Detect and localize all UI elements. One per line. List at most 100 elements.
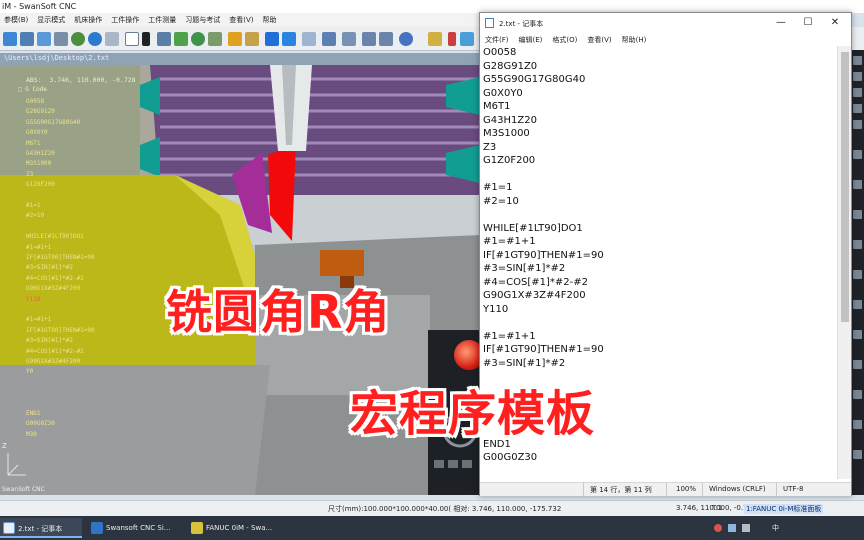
coolant-icon[interactable]	[460, 32, 474, 46]
side-view-icon[interactable]	[174, 32, 188, 46]
top-view-icon[interactable]	[191, 32, 205, 46]
notepad-menu-file[interactable]: 文件(F)	[485, 35, 509, 46]
notepad-line: G00G0Z30	[483, 452, 538, 463]
panel-button[interactable]	[853, 420, 862, 429]
panel-button[interactable]	[853, 240, 862, 249]
taskbar-item-fanuc[interactable]: FANUC 0iM - Swa...	[188, 518, 284, 538]
notepad-app-icon	[3, 522, 15, 534]
panel-button[interactable]	[853, 210, 862, 219]
tool-icon[interactable]	[228, 32, 242, 46]
notepad-line: G1Z0F200	[483, 155, 536, 166]
gcode-line: #4=COS[#1]*#2-#2	[26, 347, 84, 355]
gcode-line: WHILE[#1LT90]DO1	[26, 233, 84, 241]
notepad-menu-edit[interactable]: 编辑(E)	[519, 35, 543, 46]
notepad-line: G28G91Z0	[483, 60, 538, 72]
axis-z-label: Z	[2, 442, 7, 450]
cnc-menu-item[interactable]: 帮助	[263, 15, 277, 27]
panel-button[interactable]	[853, 104, 862, 113]
select-icon[interactable]	[125, 32, 139, 46]
tray-record-icon[interactable]	[714, 524, 722, 532]
gcode-line: #1=#1+1	[26, 243, 52, 251]
gcode-line: G55G90G17G80G40	[26, 118, 81, 126]
cnc-menu-item[interactable]: 机床操作	[74, 15, 102, 27]
minimize-button[interactable]: —	[769, 16, 793, 30]
coolant-nozzle	[320, 250, 364, 276]
status-divider	[702, 483, 703, 497]
panel-button[interactable]	[853, 450, 862, 459]
notepad-line: #1=#1+1	[483, 330, 536, 342]
close-button[interactable]: ✕	[823, 16, 847, 30]
status-encoding: UTF-8	[783, 485, 804, 493]
notepad-line: #1=1	[483, 182, 513, 193]
maximize-button[interactable]: ☐	[796, 16, 820, 30]
panel-button[interactable]	[853, 88, 862, 97]
panel-button[interactable]	[853, 360, 862, 369]
iso-view-icon[interactable]	[208, 32, 222, 46]
notepad-line: M3S1000	[483, 128, 530, 139]
taskbar-item-notepad[interactable]: 2.txt - 记事本	[0, 518, 82, 538]
gcode-line: O0058	[26, 98, 45, 105]
dropdown-icon[interactable]	[448, 32, 456, 46]
rotate-icon[interactable]	[71, 32, 85, 46]
swansoft-app-icon	[91, 522, 103, 534]
panel-button[interactable]	[853, 300, 862, 309]
dimension-icon[interactable]	[342, 32, 356, 46]
notepad-icon	[485, 18, 494, 28]
tray-language[interactable]: 中	[772, 523, 779, 533]
notepad-menu-view[interactable]: 查看(V)	[587, 35, 611, 46]
notepad-menu-help[interactable]: 帮助(H)	[622, 35, 647, 46]
globe-icon[interactable]	[88, 32, 102, 46]
notepad-line: #1=#1+1	[483, 236, 536, 247]
ruler-icon[interactable]	[322, 32, 336, 46]
gcode-title-text: G Code	[25, 86, 47, 93]
cnc-menu-item[interactable]: 参模(B)	[4, 15, 28, 27]
panel-button[interactable]	[853, 150, 862, 159]
fit-icon[interactable]	[54, 32, 68, 46]
status-machine[interactable]: 1:FANUC 0i-M标准面板	[744, 504, 824, 514]
scrollbar-thumb[interactable]	[841, 52, 849, 322]
file-path-bar: \Users\lsdj\Desktop\2.txt	[0, 53, 480, 65]
gcode-line: #2=10	[26, 212, 45, 220]
gcode-line: G43H1Z20	[26, 150, 55, 157]
panel-button[interactable]	[853, 330, 862, 339]
magnet-icon[interactable]	[399, 32, 413, 46]
cnc-menu-item[interactable]: 查看(V)	[229, 15, 253, 27]
dropdown-icon[interactable]	[142, 32, 150, 46]
view-icon[interactable]	[105, 32, 119, 46]
panel-button[interactable]	[853, 270, 862, 279]
panel-button[interactable]	[853, 72, 862, 81]
panel-button[interactable]	[853, 120, 862, 129]
offset-icon[interactable]	[379, 32, 393, 46]
panel-button[interactable]	[853, 56, 862, 65]
panel-key[interactable]	[434, 460, 444, 468]
panel-key[interactable]	[462, 460, 472, 468]
notepad-line: WHILE[#1LT90]DO1	[483, 222, 583, 234]
gcode-line: #4=COS[#1]*#2-#2	[26, 274, 84, 282]
measure-icon[interactable]	[302, 32, 316, 46]
notepad-scrollbar[interactable]	[837, 46, 851, 479]
workpiece-icon[interactable]	[245, 32, 259, 46]
notepad-line: M6T1	[483, 101, 511, 112]
status-line-ending: Windows (CRLF)	[709, 485, 766, 493]
t-tool-icon[interactable]	[362, 32, 376, 46]
cube-solid-icon[interactable]	[282, 32, 296, 46]
cnc-menu-item[interactable]: 工件测量	[148, 15, 176, 27]
cnc-menu-item[interactable]: 习题与考试	[185, 15, 220, 27]
pan-icon[interactable]	[37, 32, 51, 46]
taskbar-item-swansoft[interactable]: Swansoft CNC Si...	[88, 518, 184, 538]
panel-button[interactable]	[853, 390, 862, 399]
cnc-menu-item[interactable]: 工件操作	[111, 15, 139, 27]
zoom-window-icon[interactable]	[20, 32, 34, 46]
cube-icon[interactable]	[265, 32, 279, 46]
notepad-menu-format[interactable]: 格式(O)	[552, 35, 577, 46]
panel-key[interactable]	[448, 460, 458, 468]
panel-button[interactable]	[853, 180, 862, 189]
cnc-menu-item[interactable]: 显示模式	[37, 15, 65, 27]
notepad-title-bar[interactable]: 2.txt - 记事本 — ☐ ✕	[480, 13, 851, 33]
axis-icon[interactable]	[428, 32, 442, 46]
gcode-line: Y110	[26, 295, 41, 303]
tray-volume-icon[interactable]	[742, 524, 750, 532]
tray-network-icon[interactable]	[728, 524, 736, 532]
front-view-icon[interactable]	[157, 32, 171, 46]
zoom-icon[interactable]	[3, 32, 17, 46]
